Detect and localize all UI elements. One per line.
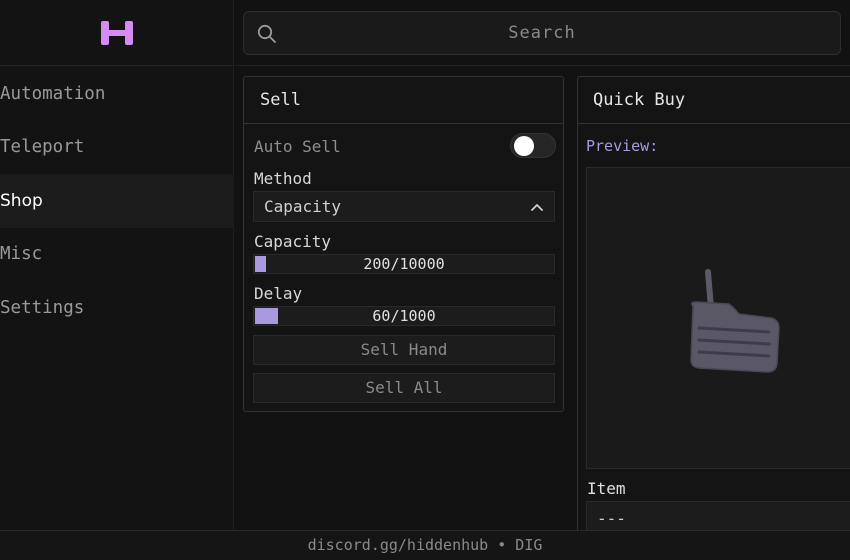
- method-dropdown-value: Capacity: [264, 197, 342, 216]
- toggle-knob: [514, 136, 534, 156]
- delay-slider-value: 60/1000: [372, 307, 436, 325]
- sell-hand-button[interactable]: Sell Hand: [253, 335, 555, 365]
- sidebar: Automation Teleport Shop Misc Settings: [0, 0, 234, 530]
- sidebar-item-settings[interactable]: Settings: [0, 281, 234, 335]
- shovel-item-icon: [690, 269, 780, 373]
- auto-sell-label: Auto Sell: [254, 137, 341, 156]
- capacity-slider-value: 200/10000: [363, 255, 445, 273]
- top-bar: Search: [235, 0, 850, 66]
- logo-area: [0, 0, 233, 66]
- item-label: Item: [587, 479, 626, 498]
- quick-buy-panel: Quick Buy Preview: Item ---: [577, 76, 850, 546]
- sell-panel-title: Sell: [244, 77, 563, 124]
- search-placeholder: Search: [508, 23, 576, 43]
- sidebar-item-automation[interactable]: Automation: [0, 67, 234, 121]
- hidden-hub-logo-icon: [100, 20, 133, 45]
- delay-slider[interactable]: 60/1000: [253, 306, 555, 326]
- search-icon: [257, 24, 276, 43]
- item-preview: [586, 167, 850, 469]
- sidebar-item-teleport[interactable]: Teleport: [0, 121, 234, 175]
- auto-sell-toggle[interactable]: [510, 133, 556, 158]
- sell-all-button[interactable]: Sell All: [253, 373, 555, 403]
- delay-label: Delay: [254, 284, 303, 303]
- preview-label: Preview:: [586, 137, 659, 155]
- sidebar-nav: Automation Teleport Shop Misc Settings: [0, 67, 234, 335]
- sell-panel: Sell Auto Sell Method Capacity Capacity …: [243, 76, 564, 412]
- method-dropdown[interactable]: Capacity: [253, 191, 555, 222]
- search-input[interactable]: Search: [243, 11, 841, 55]
- sidebar-item-misc[interactable]: Misc: [0, 228, 234, 282]
- sidebar-item-shop[interactable]: Shop: [0, 174, 234, 228]
- quick-buy-title: Quick Buy: [578, 77, 850, 124]
- capacity-label: Capacity: [254, 232, 332, 251]
- method-label: Method: [254, 169, 312, 188]
- footer-credit: discord.gg/hiddenhub • DIG: [0, 530, 850, 560]
- chevron-up-icon: [531, 204, 543, 211]
- capacity-slider[interactable]: 200/10000: [253, 254, 555, 274]
